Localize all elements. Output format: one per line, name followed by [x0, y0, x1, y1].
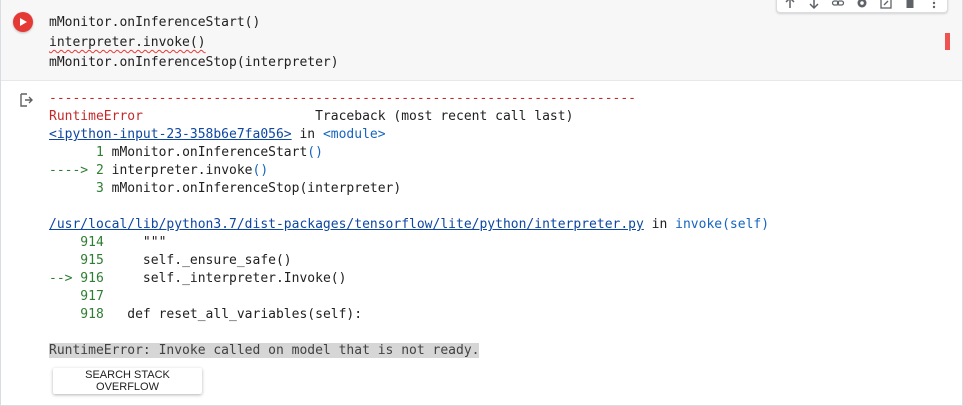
code-line: interpreter.invoke() — [49, 33, 339, 53]
code-cell[interactable]: mMonitor.onInferenceStart() interpreter.i… — [0, 0, 963, 406]
frame-line: 3 mMonitor.onInferenceStop(interpreter) — [49, 180, 769, 198]
frame-file-link[interactable]: <ipython-input-23-358b6e7fa056> — [49, 127, 292, 142]
line-marker: --> 916 — [49, 271, 112, 286]
frame-header: /usr/local/lib/python3.7/dist-packages/t… — [49, 216, 769, 234]
line-marker: 914 — [49, 235, 112, 250]
line-suffix: () — [252, 163, 269, 178]
line-code: interpreter.invoke — [111, 163, 253, 178]
gear-icon[interactable] — [855, 0, 869, 10]
delete-icon[interactable] — [903, 0, 917, 10]
line-marker: 915 — [49, 253, 112, 268]
traceback-separator: ----------------------------------------… — [49, 91, 636, 106]
final-error-message: RuntimeError: Invoke called on model tha… — [49, 343, 480, 358]
frame-func: invoke(self) — [675, 217, 770, 232]
line-marker: 917 — [49, 289, 112, 304]
traceback-header: RuntimeError Traceback (most recent call… — [49, 108, 769, 126]
frame-in: in — [651, 217, 668, 232]
line-code: self._interpreter.Invoke() — [111, 271, 347, 286]
search-stack-overflow-button[interactable]: SEARCH STACK OVERFLOW — [53, 368, 202, 394]
cell-toolbar — [776, 0, 948, 13]
frame-in: in — [299, 127, 316, 142]
code-line-text: interpreter.invoke() — [49, 35, 206, 50]
line-code: self._ensure_safe() — [111, 253, 292, 268]
arrow-down-icon[interactable] — [807, 0, 821, 10]
output-clear-icon[interactable] — [18, 92, 34, 108]
link-icon[interactable] — [831, 0, 845, 10]
arrow-up-icon[interactable] — [783, 0, 797, 10]
line-code: mMonitor.onInferenceStop — [111, 181, 300, 196]
frame-line: 918 def reset_all_variables(self): — [49, 306, 769, 324]
frame-line: 917 — [49, 288, 769, 306]
line-code: mMonitor.onInferenceStart — [111, 145, 308, 160]
frame-line: 1 mMonitor.onInferenceStart() — [49, 144, 769, 162]
frame-file-link[interactable]: /usr/local/lib/python3.7/dist-packages/t… — [49, 217, 644, 232]
final-error-line: RuntimeError: Invoke called on model tha… — [49, 342, 769, 360]
line-code: """ — [111, 235, 167, 250]
line-suffix: (interpreter) — [299, 181, 402, 196]
line-marker: 918 — [49, 307, 112, 322]
line-suffix: () — [307, 145, 323, 160]
run-cell-button[interactable] — [13, 12, 33, 32]
play-icon — [20, 18, 27, 26]
line-code: def reset_all_variables(self): — [111, 307, 363, 322]
frame-line: ----> 2 interpreter.invoke() — [49, 162, 769, 180]
mirror-cell-icon[interactable] — [879, 0, 893, 10]
frame-header: <ipython-input-23-358b6e7fa056> in <modu… — [49, 126, 769, 144]
error-scroll-marker — [945, 33, 950, 50]
code-editor[interactable]: mMonitor.onInferenceStart() interpreter.i… — [49, 13, 339, 73]
code-line: mMonitor.onInferenceStop(interpreter) — [49, 55, 339, 70]
line-marker: 3 — [49, 181, 112, 196]
frame-func: <module> — [322, 127, 386, 142]
line-marker: 1 — [49, 145, 112, 160]
line-marker: ----> 2 — [49, 163, 112, 178]
traceback-title: Traceback (most recent call last) — [315, 109, 574, 124]
frame-line: 914 """ — [49, 234, 769, 252]
error-output: ----------------------------------------… — [49, 90, 769, 360]
code-line: mMonitor.onInferenceStart() — [49, 15, 261, 30]
error-name: RuntimeError — [49, 109, 143, 124]
frame-line: --> 916 self._interpreter.Invoke() — [49, 270, 769, 288]
more-vert-icon[interactable] — [927, 0, 941, 10]
frame-line: 915 self._ensure_safe() — [49, 252, 769, 270]
